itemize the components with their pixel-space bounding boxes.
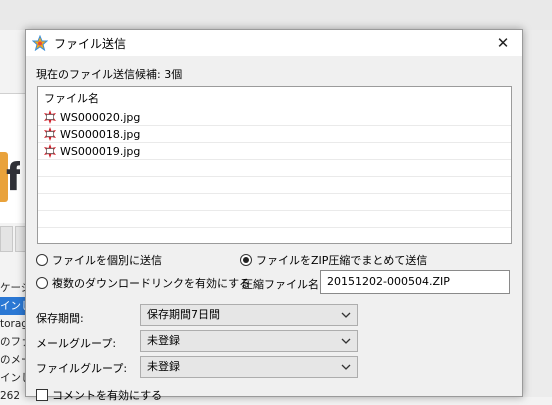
radio-label: ファイルを個別に送信 xyxy=(52,254,162,267)
background-line: 262 xyxy=(0,390,21,402)
radio-label: ファイルをZIP圧縮でまとめて送信 xyxy=(256,254,428,267)
empty-row xyxy=(38,177,511,194)
zip-name-input[interactable]: 20151202-000504.ZIP xyxy=(320,270,510,294)
image-file-icon xyxy=(44,110,56,124)
mail-group-label: メールグループ: xyxy=(36,337,117,350)
file-list[interactable]: ファイル名 WS000020.jpg WS000018.jpg WS000019… xyxy=(37,86,512,244)
chevron-down-icon xyxy=(341,338,351,344)
background-logo: f xyxy=(0,150,20,205)
file-row[interactable]: WS000019.jpg xyxy=(38,143,511,160)
star-icon xyxy=(32,35,48,51)
background-line: インし xyxy=(0,372,27,384)
candidate-count: 現在のファイル送信候補: 3個 xyxy=(36,68,183,81)
background-line-selected: インし xyxy=(0,297,27,315)
file-name: WS000018.jpg xyxy=(60,128,141,141)
comment-checkbox[interactable]: コメントを有効にする xyxy=(36,387,162,403)
retention-label: 保存期間: xyxy=(36,312,84,325)
radio-label: 複数のダウンロードリンクを有効にする xyxy=(52,277,251,290)
checkbox-label: コメントを有効にする xyxy=(52,389,163,402)
background-window-top xyxy=(0,0,552,30)
radio-circle-selected[interactable] xyxy=(240,254,252,266)
radio-send-zip[interactable]: ファイルをZIP圧縮でまとめて送信 xyxy=(240,252,427,268)
background-line: ケージ xyxy=(0,282,27,294)
file-group-label: ファイルグループ: xyxy=(36,362,128,375)
dialog-title: ファイル送信 xyxy=(54,37,127,51)
file-group-select[interactable]: 未登録 xyxy=(140,356,358,378)
chevron-down-icon xyxy=(341,364,351,370)
close-icon: ✕ xyxy=(496,34,510,52)
zip-name-label: 圧縮ファイル名: xyxy=(242,278,323,291)
chevron-down-icon xyxy=(341,312,351,318)
file-row[interactable]: WS000020.jpg xyxy=(38,109,511,126)
close-button[interactable]: ✕ xyxy=(486,30,520,56)
background-line: のメー xyxy=(0,354,27,366)
radio-enable-download-links[interactable]: 複数のダウンロードリンクを有効にする xyxy=(36,275,250,291)
background-line: のファ xyxy=(0,336,27,348)
empty-row xyxy=(38,160,511,177)
title-bar: ファイル送信 ✕ xyxy=(26,30,522,56)
retention-select[interactable]: 保存期間7日間 xyxy=(140,304,358,326)
radio-circle[interactable] xyxy=(36,277,48,289)
image-file-icon xyxy=(44,144,56,158)
file-name: WS000020.jpg xyxy=(60,111,141,124)
checkbox-box[interactable] xyxy=(36,389,48,401)
retention-value: 保存期間7日間 xyxy=(147,308,220,321)
file-name: WS000019.jpg xyxy=(60,145,141,158)
empty-row xyxy=(38,211,511,228)
background-line: torag xyxy=(0,318,27,330)
empty-row xyxy=(38,228,511,243)
background-text-list: ケージ インし torag のファ のメー インし 262 xyxy=(0,279,27,405)
file-send-dialog: ファイル送信 ✕ 現在のファイル送信候補: 3個 ファイル名 WS000020.… xyxy=(25,29,523,402)
column-header-filename[interactable]: ファイル名 xyxy=(38,87,511,109)
file-row[interactable]: WS000018.jpg xyxy=(38,126,511,143)
file-group-value: 未登録 xyxy=(147,360,180,373)
mail-group-select[interactable]: 未登録 xyxy=(140,330,358,352)
radio-send-individually[interactable]: ファイルを個別に送信 xyxy=(36,252,162,268)
background-window-right xyxy=(522,30,552,397)
empty-row xyxy=(38,194,511,211)
image-file-icon xyxy=(44,127,56,141)
mail-group-value: 未登録 xyxy=(147,334,180,347)
radio-circle[interactable] xyxy=(36,254,48,266)
background-buttons xyxy=(0,226,28,252)
